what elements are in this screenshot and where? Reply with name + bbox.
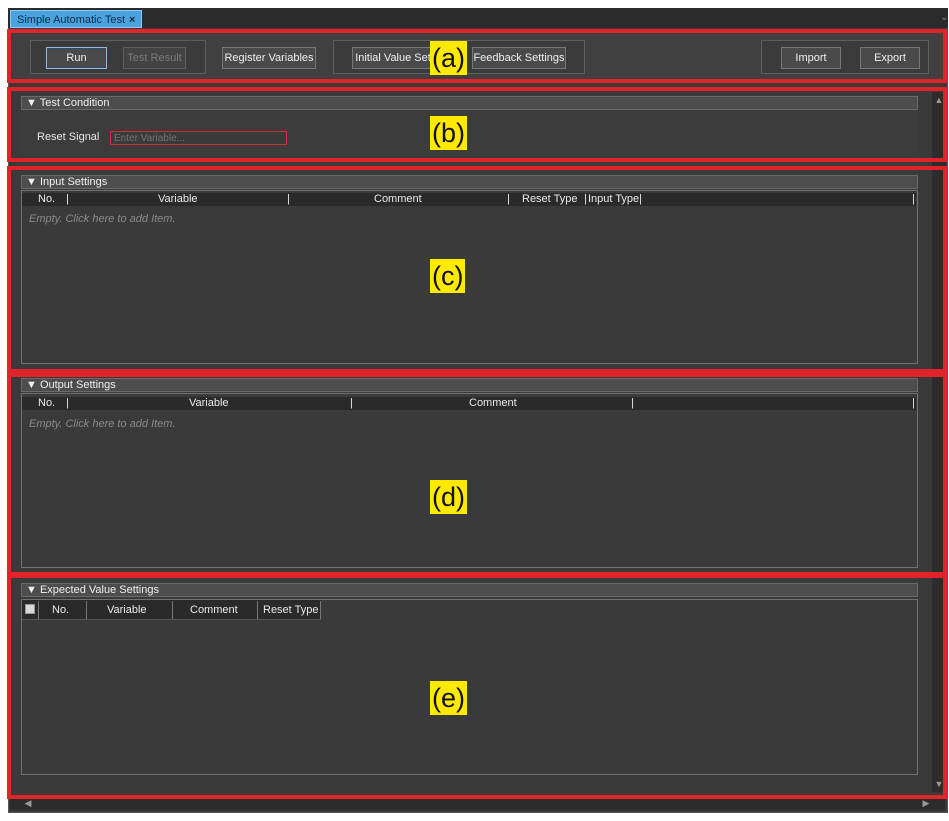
- tab-simple-automatic-test[interactable]: Simple Automatic Test ×: [10, 10, 143, 28]
- callout-label-b: (b): [430, 116, 467, 150]
- window-menu-icon[interactable]: ⌄: [940, 12, 948, 23]
- callout-box-c: [7, 166, 947, 373]
- callout-box-e: [7, 574, 947, 799]
- callout-label-d: (d): [430, 480, 467, 514]
- callout-label-e: (e): [430, 681, 467, 715]
- callout-label-c: (c): [430, 259, 466, 293]
- callout-label-a: (a): [430, 41, 467, 75]
- callout-box-b: [7, 87, 947, 162]
- tab-strip: [8, 8, 948, 28]
- tab-title: Simple Automatic Test: [17, 14, 126, 26]
- callout-box-a: [7, 29, 947, 83]
- close-icon[interactable]: ×: [129, 14, 135, 26]
- callout-box-d: [7, 373, 947, 576]
